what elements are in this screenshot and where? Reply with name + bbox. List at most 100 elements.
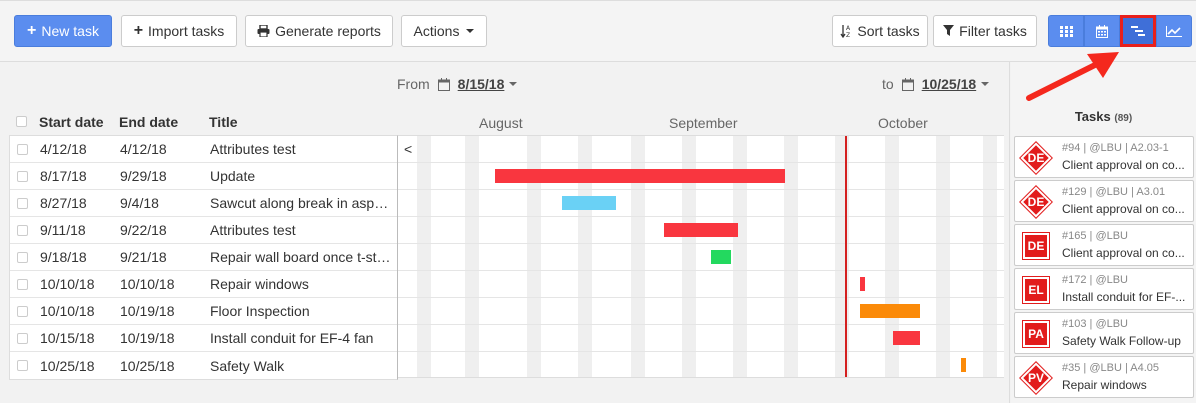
gantt-view-button[interactable] xyxy=(1120,15,1156,47)
gantt-bar[interactable] xyxy=(961,358,966,372)
weekend-stripe xyxy=(417,136,431,377)
calendar-view-button[interactable] xyxy=(1084,15,1120,47)
task-card[interactable]: DE #165 | @LBU Client approval on co... xyxy=(1014,224,1194,266)
filter-tasks-button[interactable]: Filter tasks xyxy=(933,15,1037,47)
row-checkbox[interactable] xyxy=(17,305,28,317)
task-card[interactable]: EL #172 | @LBU Install conduit for EF-... xyxy=(1014,268,1194,310)
month-label: September xyxy=(669,115,738,131)
row-checkbox[interactable] xyxy=(17,332,28,344)
table-row[interactable]: 4/12/18 4/12/18 Attributes test xyxy=(10,136,397,163)
tasks-count: (89) xyxy=(1114,113,1133,124)
gantt-month-header: August September October xyxy=(398,108,1004,135)
chart-view-button[interactable] xyxy=(1156,15,1192,47)
start-date-cell: 8/27/18 xyxy=(40,195,87,211)
gantt-bar[interactable] xyxy=(494,169,786,183)
start-date-header[interactable]: Start date xyxy=(39,114,104,130)
gantt-body[interactable]: < xyxy=(398,135,1004,378)
row-checkbox[interactable] xyxy=(17,197,28,209)
task-title: Safety Walk Follow-up xyxy=(1062,334,1181,348)
gantt-bar[interactable] xyxy=(859,277,865,291)
actions-dropdown[interactable]: Actions xyxy=(401,15,487,47)
gantt-bar[interactable] xyxy=(893,331,921,345)
from-label: From xyxy=(397,76,430,92)
gantt-bar[interactable] xyxy=(562,196,617,210)
task-card-list: DE #94 | @LBU | A2.03-1 Client approval on… xyxy=(1014,136,1194,400)
task-title: Repair windows xyxy=(1062,378,1147,392)
row-divider xyxy=(398,216,1004,217)
view-switcher xyxy=(1048,15,1192,47)
sort-tasks-button[interactable]: A Z Sort tasks xyxy=(832,15,928,47)
to-date-picker[interactable]: 10/25/18 xyxy=(922,76,977,92)
title-cell: Install conduit for EF-4 fan xyxy=(210,330,374,346)
row-checkbox[interactable] xyxy=(17,224,28,236)
from-date-range: From 8/15/18 xyxy=(397,76,518,92)
task-table: Start date End date Title 4/12/18 4/12/18… xyxy=(9,108,398,380)
end-date-header[interactable]: End date xyxy=(119,114,178,130)
new-task-button[interactable]: + New task xyxy=(14,15,112,47)
row-divider xyxy=(398,162,1004,163)
table-row[interactable]: 9/11/18 9/22/18 Attributes test xyxy=(10,217,397,244)
import-tasks-label: Import tasks xyxy=(148,23,225,39)
task-meta: #35 | @LBU | A4.05 xyxy=(1062,362,1159,374)
tasks-title: Tasks xyxy=(1074,109,1111,124)
generate-reports-button[interactable]: Generate reports xyxy=(245,15,393,47)
task-card[interactable]: PA #103 | @LBU Safety Walk Follow-up xyxy=(1014,312,1194,354)
svg-text:Z: Z xyxy=(846,32,850,38)
row-checkbox[interactable] xyxy=(17,360,28,371)
task-card[interactable]: DE #129 | @LBU | A3.01 Client approval on … xyxy=(1014,180,1194,222)
badge-label: PA xyxy=(1028,327,1044,341)
row-checkbox[interactable] xyxy=(17,143,28,155)
table-row[interactable]: 8/27/18 9/4/18 Sawcut along break in aspha… xyxy=(10,190,397,217)
end-date-cell: 4/12/18 xyxy=(120,141,167,157)
task-card[interactable]: PV #35 | @LBU | A4.05 Repair windows xyxy=(1014,356,1194,398)
gantt-bar[interactable] xyxy=(710,250,732,264)
grid-icon xyxy=(1059,25,1073,37)
gantt-bar[interactable] xyxy=(859,304,921,318)
task-title: Install conduit for EF-... xyxy=(1062,290,1186,304)
start-date-cell: 10/10/18 xyxy=(40,303,95,319)
month-label: October xyxy=(878,115,928,131)
badge-label: DE xyxy=(1027,239,1045,253)
grid-view-button[interactable] xyxy=(1048,15,1084,47)
title-cell: Update xyxy=(210,168,256,184)
line-chart-icon xyxy=(1166,25,1182,37)
badge-label: PV xyxy=(1027,371,1044,385)
table-row[interactable]: 10/10/18 10/10/18 Repair windows xyxy=(10,271,397,298)
gantt-bar[interactable] xyxy=(663,223,738,237)
row-divider xyxy=(398,324,1004,325)
plus-icon: + xyxy=(27,22,37,39)
table-row[interactable]: 10/25/18 10/25/18 Safety Walk xyxy=(10,352,397,379)
title-cell: Floor Inspection xyxy=(210,303,310,319)
badge-label: DE xyxy=(1027,195,1045,209)
table-row[interactable]: 10/15/18 10/19/18 Install conduit for EF-4… xyxy=(10,325,397,352)
calendar-icon xyxy=(1096,24,1108,38)
from-date-picker[interactable]: 8/15/18 xyxy=(458,76,505,92)
scroll-back-button[interactable]: < xyxy=(404,141,412,157)
row-checkbox[interactable] xyxy=(17,251,28,263)
generate-reports-label: Generate reports xyxy=(275,23,381,39)
trade-badge-icon: DE xyxy=(1020,186,1052,218)
task-card[interactable]: DE #94 | @LBU | A2.03-1 Client approval on… xyxy=(1014,136,1194,178)
table-row[interactable]: 8/17/18 9/29/18 Update xyxy=(10,163,397,190)
caret-down-icon[interactable] xyxy=(981,82,990,86)
select-all-checkbox[interactable] xyxy=(16,116,27,127)
row-checkbox[interactable] xyxy=(17,278,28,290)
start-date-cell: 10/15/18 xyxy=(40,330,95,346)
row-checkbox[interactable] xyxy=(17,170,28,182)
badge-label: EL xyxy=(1028,283,1044,297)
title-cell: Attributes test xyxy=(210,141,296,157)
title-cell: Repair wall board once t-stat i... xyxy=(210,249,394,265)
weekend-stripe xyxy=(983,136,997,377)
table-row[interactable]: 9/18/18 9/21/18 Repair wall board once t-s… xyxy=(10,244,397,271)
end-date-cell: 10/19/18 xyxy=(120,330,175,346)
trade-badge-icon: DE xyxy=(1020,142,1052,174)
filter-tasks-label: Filter tasks xyxy=(959,23,1027,39)
month-label: August xyxy=(479,115,523,131)
caret-down-icon[interactable] xyxy=(509,82,518,86)
table-row[interactable]: 10/10/18 10/19/18 Floor Inspection xyxy=(10,298,397,325)
import-tasks-button[interactable]: + Import tasks xyxy=(121,15,237,47)
gantt-panel: From 8/15/18 to 10/25/18 Start date End … xyxy=(0,62,1010,403)
to-label: to xyxy=(882,76,894,92)
title-header[interactable]: Title xyxy=(209,114,393,130)
task-meta: #165 | @LBU xyxy=(1062,230,1129,242)
